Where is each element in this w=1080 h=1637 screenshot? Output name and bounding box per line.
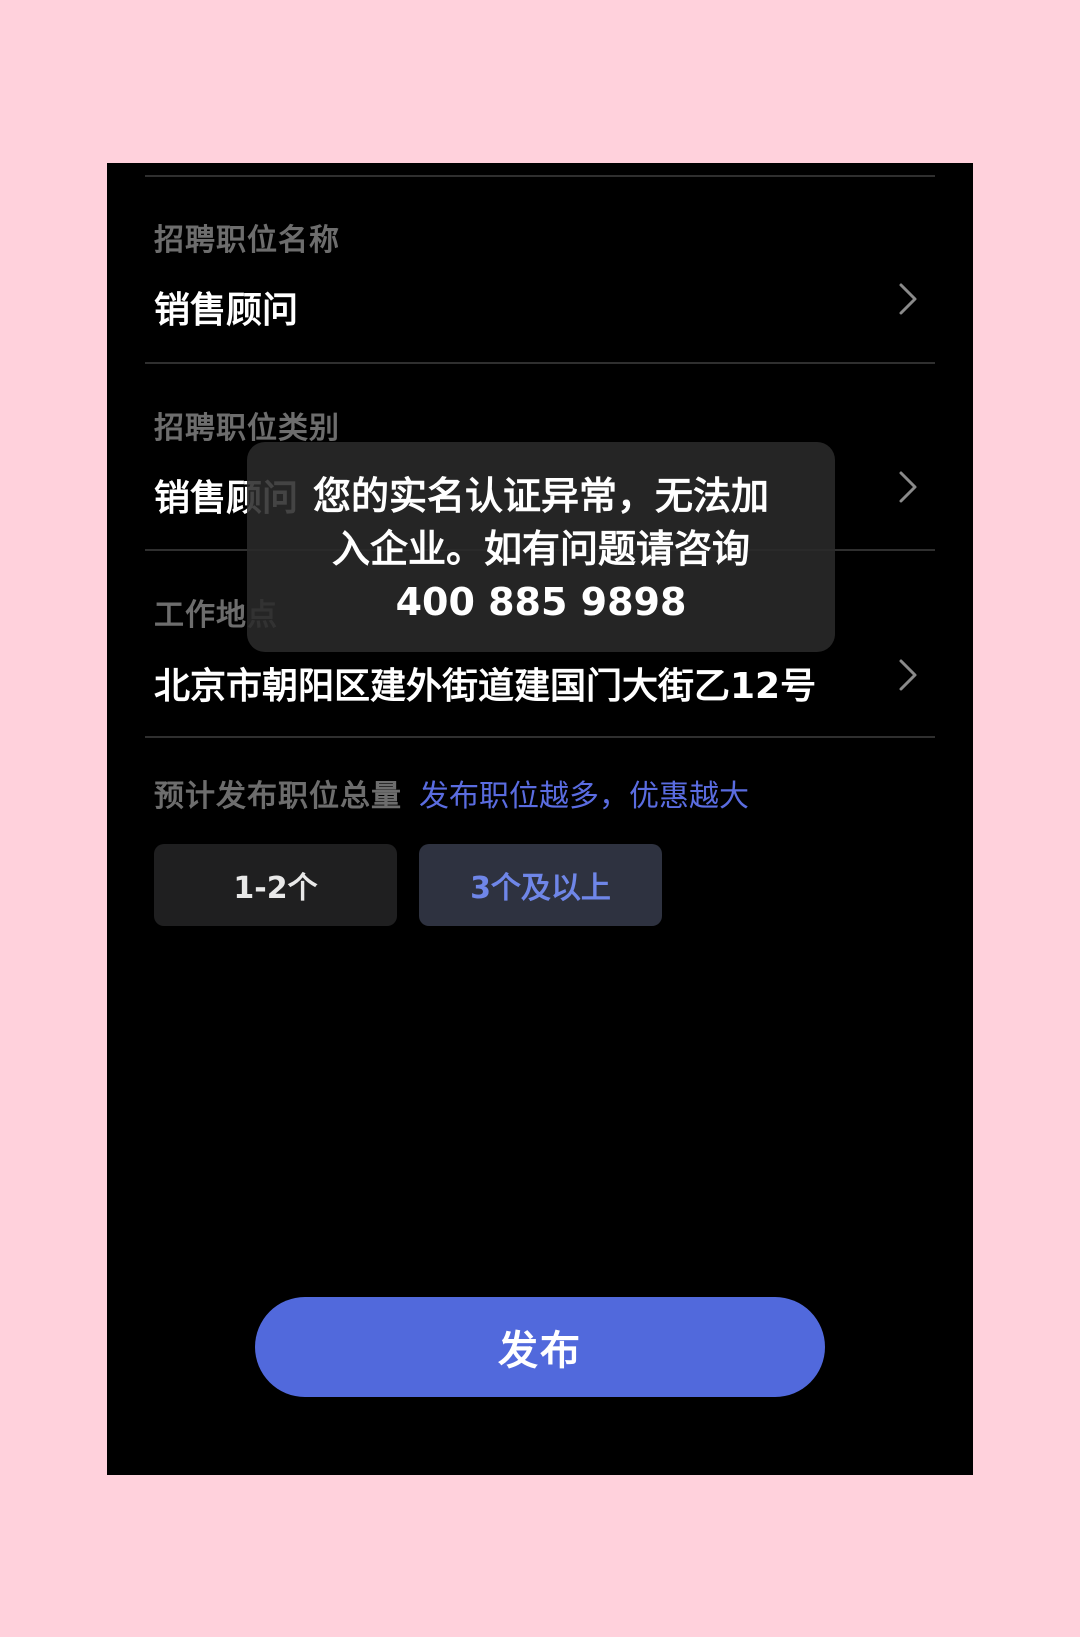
position-category-label: 招聘职位类别: [154, 411, 340, 446]
option-3-plus-button[interactable]: 3个及以上: [419, 844, 662, 926]
divider: [145, 736, 935, 738]
error-toast: 您的实名认证异常，无法加 入企业。如有问题请咨询 400 885 9898: [247, 442, 835, 652]
chevron-right-icon[interactable]: [897, 281, 919, 317]
promo-text: 发布职位越多，优惠越大: [419, 779, 749, 814]
chevron-right-icon[interactable]: [897, 469, 919, 505]
quantity-label: 预计发布职位总量: [154, 779, 402, 814]
work-location-value[interactable]: 北京市朝阳区建外街道建国门大街乙12号: [154, 657, 816, 709]
position-name-value[interactable]: 销售顾问: [154, 281, 298, 333]
toast-line: 您的实名认证异常，无法加: [312, 474, 769, 518]
publish-button[interactable]: 发布: [255, 1297, 825, 1397]
toast-phone: 400 885 9898: [395, 580, 687, 624]
chevron-right-icon[interactable]: [897, 657, 919, 693]
toast-line: 入企业。如有问题请咨询: [331, 527, 750, 571]
divider: [145, 362, 935, 364]
divider: [145, 175, 935, 177]
position-name-label: 招聘职位名称: [154, 223, 340, 258]
phone-screen: 招聘职位名称 销售顾问 招聘职位类别 销售顾问 工作地点 北京市朝阳区建外街道建…: [107, 163, 973, 1475]
option-1-2-button[interactable]: 1-2个: [154, 844, 397, 926]
